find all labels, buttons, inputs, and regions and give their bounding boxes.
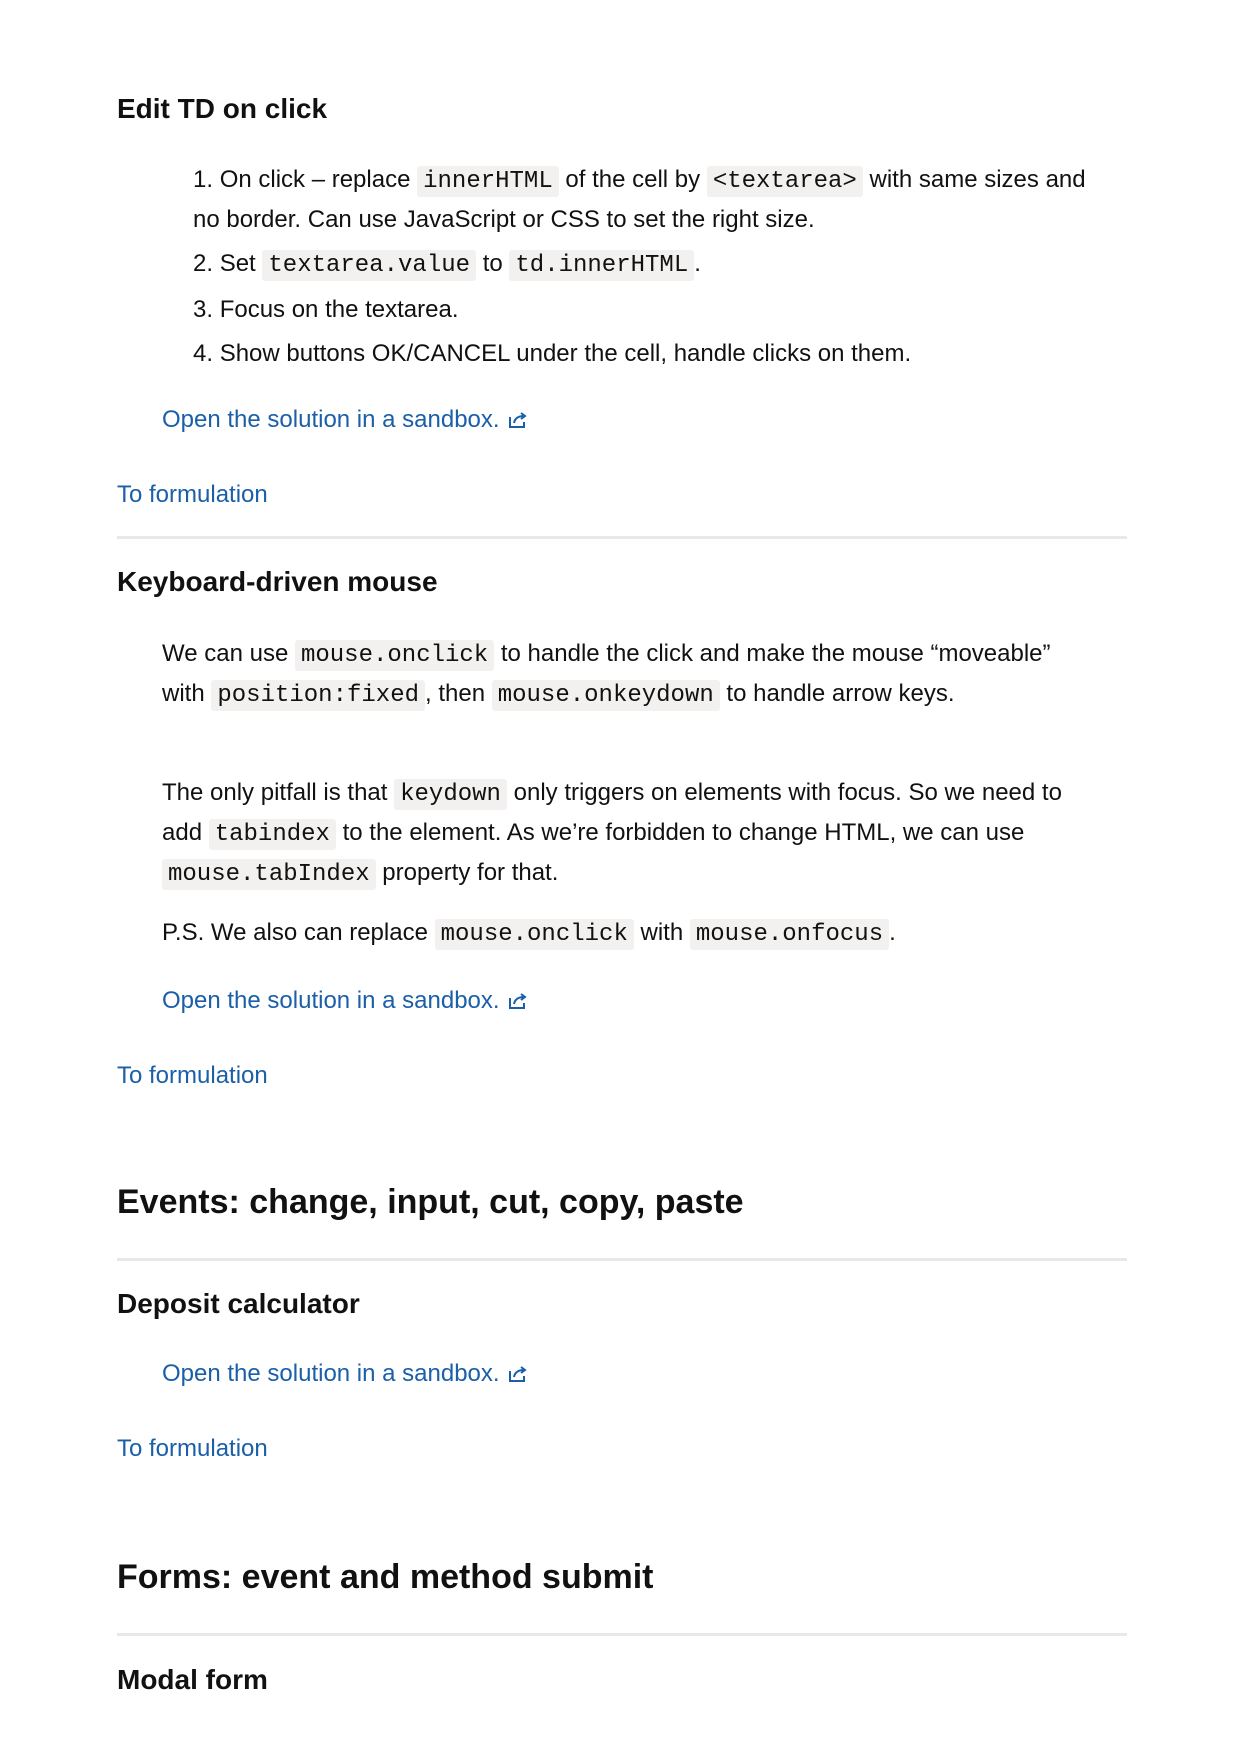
text: P.S. We also can replace — [162, 919, 435, 946]
inline-code: mouse.onfocus — [689, 919, 890, 950]
list-item: 4. Show buttons OK/CANCEL under the cell… — [193, 335, 1093, 373]
sandbox-link[interactable]: Open the solution in a sandbox. — [162, 987, 528, 1014]
sandbox-link-container: Open the solution in a sandbox. — [162, 984, 528, 1018]
sandbox-link[interactable]: Open the solution in a sandbox. — [162, 1360, 528, 1387]
text: The only pitfall is that — [162, 779, 395, 806]
inline-code: keydown — [394, 779, 507, 810]
to-formulation-link[interactable]: To formulation — [117, 1435, 268, 1462]
paragraph: We can use mouse.onclick to handle the c… — [162, 635, 1082, 715]
list-number: 2. — [193, 250, 214, 277]
divider — [117, 1258, 1127, 1261]
list-item: 1. On click – replace innerHTML of the c… — [193, 161, 1093, 239]
step-text: of the cell by — [558, 166, 707, 193]
text: with — [633, 919, 690, 946]
text: to the element. As we’re forbidden to ch… — [335, 819, 1025, 846]
task-title-modal-form: Modal form — [117, 1664, 268, 1695]
paragraph-container: The only pitfall is that keydown only tr… — [162, 774, 1082, 894]
paragraph-container: P.S. We also can replace mouse.onclick w… — [162, 914, 1082, 954]
step-text: . — [694, 250, 701, 277]
task-title-deposit-calculator: Deposit calculator — [117, 1288, 360, 1319]
list-number: 1. — [193, 166, 214, 193]
to-formulation-link[interactable]: To formulation — [117, 481, 268, 508]
paragraph: The only pitfall is that keydown only tr… — [162, 774, 1082, 894]
inline-code: tabindex — [208, 819, 336, 850]
text: , then — [425, 680, 492, 707]
inline-code: <textarea> — [706, 166, 863, 197]
divider — [117, 536, 1127, 539]
list-number: 4. — [193, 340, 214, 367]
formulation-link-container: To formulation — [117, 478, 268, 512]
paragraph-container: We can use mouse.onclick to handle the c… — [162, 635, 1082, 715]
step-text: Focus on the textarea. — [219, 296, 459, 323]
inline-code: td.innerHTML — [509, 250, 695, 281]
text: to handle arrow keys. — [719, 680, 955, 707]
divider — [117, 1633, 1127, 1636]
step-text: to — [476, 250, 510, 277]
paragraph: P.S. We also can replace mouse.onclick w… — [162, 914, 1082, 954]
section-title-forms: Forms: event and method submit — [117, 1558, 654, 1596]
inline-code: textarea.value — [262, 250, 477, 281]
inline-code: mouse.onkeydown — [491, 680, 720, 711]
text: . — [889, 919, 896, 946]
to-formulation-link[interactable]: To formulation — [117, 1062, 268, 1089]
sandbox-link-label: Open the solution in a sandbox. — [162, 987, 500, 1014]
external-link-icon — [508, 412, 527, 428]
list-item: 3. Focus on the textarea. — [193, 291, 1093, 329]
inline-code: mouse.onclick — [434, 919, 634, 950]
external-link-icon — [508, 993, 527, 1009]
task-title-edit-td: Edit TD on click — [117, 93, 328, 124]
task-title-keyboard-mouse: Keyboard-driven mouse — [117, 566, 438, 597]
sandbox-link[interactable]: Open the solution in a sandbox. — [162, 406, 528, 433]
step-text: On click – replace — [219, 166, 418, 193]
inline-code: position:fixed — [211, 680, 425, 711]
step-text: Set — [219, 250, 263, 277]
steps-list-container: 1. On click – replace innerHTML of the c… — [193, 161, 1093, 379]
text: We can use — [162, 640, 295, 667]
section-title-events: Events: change, input, cut, copy, paste — [117, 1183, 744, 1221]
inline-code: mouse.onclick — [294, 640, 495, 671]
external-link-icon — [508, 1366, 527, 1382]
sandbox-link-label: Open the solution in a sandbox. — [162, 1360, 500, 1387]
list-number: 3. — [193, 296, 214, 323]
inline-code: mouse.tabIndex — [162, 859, 376, 890]
steps-list: 1. On click – replace innerHTML of the c… — [193, 161, 1093, 373]
list-item: 2. Set textarea.value to td.innerHTML. — [193, 245, 1093, 285]
formulation-link-container: To formulation — [117, 1432, 268, 1466]
sandbox-link-container: Open the solution in a sandbox. — [162, 403, 528, 437]
inline-code: innerHTML — [417, 166, 559, 197]
step-text: Show buttons OK/CANCEL under the cell, h… — [219, 340, 912, 367]
text: property for that. — [375, 859, 559, 886]
sandbox-link-label: Open the solution in a sandbox. — [162, 406, 500, 433]
formulation-link-container: To formulation — [117, 1059, 268, 1093]
sandbox-link-container: Open the solution in a sandbox. — [162, 1357, 528, 1391]
